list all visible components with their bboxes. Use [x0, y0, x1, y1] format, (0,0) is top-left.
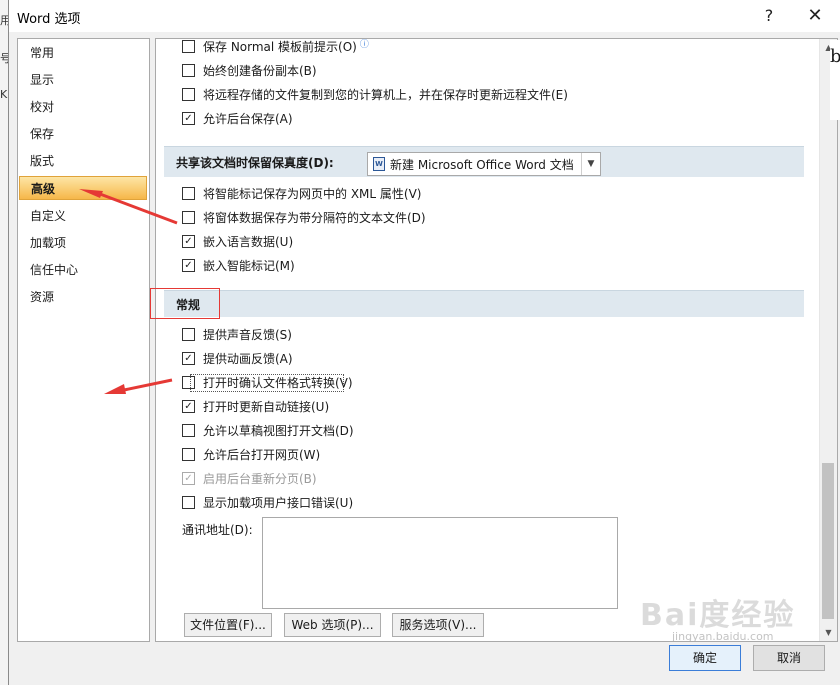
annotation-arrows — [79, 189, 178, 394]
annotation-arrow-to-checkbox — [104, 384, 126, 394]
annotation-arrow-to-advanced — [79, 189, 103, 198]
baidu-watermark: Bai度经验 — [640, 598, 796, 633]
annotation-arrow-to-checkbox-shaft — [123, 378, 173, 392]
baidu-watermark-url: jingyan.baidu.com — [672, 630, 774, 643]
annotation-arrow-to-advanced-shaft — [99, 192, 178, 225]
